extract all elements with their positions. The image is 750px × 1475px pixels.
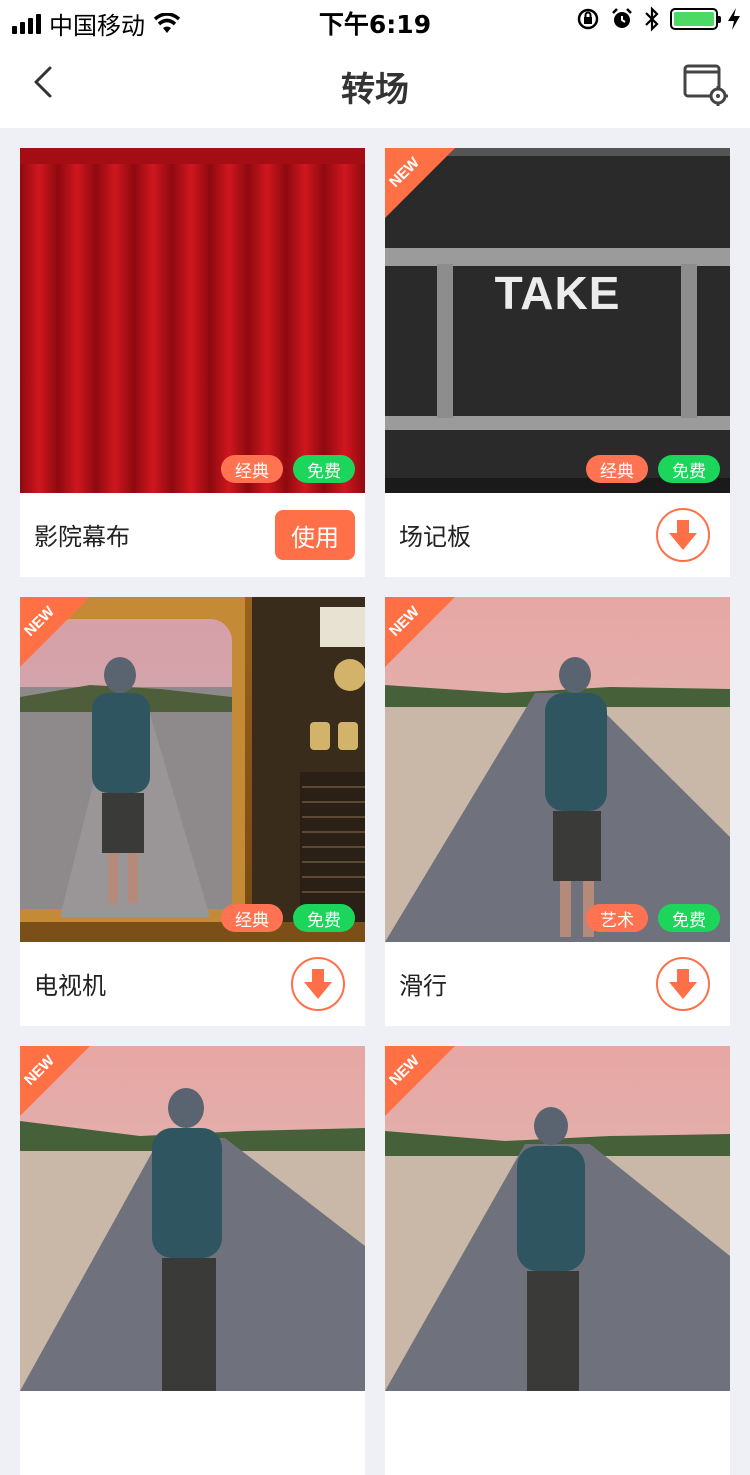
thumbnail-road: NEW 艺术 免费 <box>385 597 730 942</box>
category-badge: 经典 <box>221 455 283 483</box>
status-bar: 中国移动 下午6:19 <box>0 0 750 40</box>
new-ribbon: NEW <box>20 597 90 667</box>
thumbnail-road: NEW <box>20 1046 365 1391</box>
price-badge: 免费 <box>658 904 720 932</box>
nav-bar: 转场 <box>0 40 750 128</box>
category-badge: 经典 <box>221 904 283 932</box>
download-arrow-icon <box>669 969 697 999</box>
alarm-icon <box>612 8 632 28</box>
card-footer: 场记板 <box>385 493 730 577</box>
thumbnail-curtain: 经典 免费 <box>20 148 365 493</box>
download-button[interactable] <box>656 957 710 1011</box>
use-button[interactable]: 使用 <box>275 510 355 560</box>
transition-grid: 经典 免费 影院幕布 使用 TAKE NEW 经典 免费 场记板 NEW 经典 … <box>20 148 730 1475</box>
price-badge: 免费 <box>658 455 720 483</box>
price-badge: 免费 <box>293 904 355 932</box>
transition-card[interactable]: NEW <box>385 1046 730 1475</box>
card-footer: 滑行 <box>385 942 730 1026</box>
thumbnail-tv: NEW 经典 免费 <box>20 597 365 942</box>
category-badge: 艺术 <box>586 904 648 932</box>
new-ribbon: NEW <box>385 597 455 667</box>
tag-group: 经典 免费 <box>586 455 720 483</box>
tag-group: 经典 免费 <box>221 904 355 932</box>
card-name: 滑行 <box>399 972 447 1000</box>
card-name: 影院幕布 <box>34 523 130 551</box>
transition-card[interactable]: 经典 免费 影院幕布 使用 <box>20 148 365 577</box>
transition-card[interactable]: NEW 艺术 免费 滑行 <box>385 597 730 1026</box>
status-right <box>576 6 740 32</box>
page-title: 转场 <box>341 70 409 110</box>
thumbnail-road: NEW <box>385 1046 730 1391</box>
window-settings-button[interactable] <box>682 60 730 108</box>
clapperboard-take-text: TAKE <box>494 267 621 319</box>
new-ribbon: NEW <box>20 1046 90 1116</box>
card-name: 电视机 <box>34 972 106 1000</box>
transition-card[interactable]: NEW 经典 免费 电视机 <box>20 597 365 1026</box>
category-badge: 经典 <box>586 455 648 483</box>
card-footer: 影院幕布 使用 <box>20 493 365 577</box>
tag-group: 艺术 免费 <box>586 904 720 932</box>
battery-icon <box>670 8 721 30</box>
charging-icon <box>728 8 740 30</box>
price-badge: 免费 <box>293 455 355 483</box>
thumbnail-clapperboard: TAKE NEW 经典 免费 <box>385 148 730 493</box>
window-gear-icon <box>683 64 728 106</box>
transition-card[interactable]: TAKE NEW 经典 免费 场记板 <box>385 148 730 577</box>
tag-group: 经典 免费 <box>221 455 355 483</box>
transition-card[interactable]: NEW <box>20 1046 365 1475</box>
new-ribbon: NEW <box>385 1046 455 1116</box>
new-ribbon: NEW <box>385 148 455 218</box>
bluetooth-icon <box>645 6 659 32</box>
orientation-lock-icon <box>577 8 599 30</box>
card-name: 场记板 <box>399 523 471 551</box>
download-button[interactable] <box>656 508 710 562</box>
download-button[interactable] <box>291 957 345 1011</box>
card-footer: 电视机 <box>20 942 365 1026</box>
download-arrow-icon <box>669 520 697 550</box>
download-arrow-icon <box>304 969 332 999</box>
